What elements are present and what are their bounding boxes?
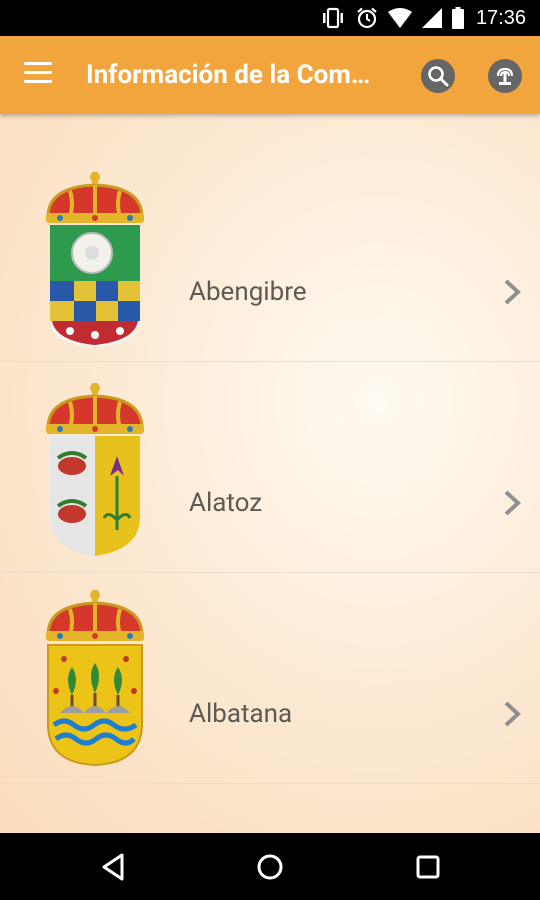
system-navigation-bar — [0, 833, 540, 900]
back-icon[interactable] — [96, 849, 132, 885]
battery-icon — [451, 7, 464, 29]
vibrate-icon — [322, 7, 343, 29]
list-item-abengibre[interactable]: Abengibre — [0, 151, 540, 362]
recents-icon[interactable] — [410, 849, 446, 885]
albatana-coat-of-arms-icon — [46, 590, 144, 767]
search-icon — [428, 66, 449, 87]
search-button[interactable] — [421, 59, 455, 93]
menu-icon-line — [24, 71, 52, 74]
municipality-list: Abengibre Alatoz Albatana — [0, 114, 540, 833]
app-bar: Información de la Com… — [0, 36, 540, 114]
list-item-label: Abengibre — [189, 277, 307, 307]
cell-signal-icon — [421, 8, 442, 28]
list-item-albatana[interactable]: Albatana — [0, 573, 540, 784]
wifi-icon — [387, 8, 412, 28]
list-item-label: Alatoz — [189, 488, 263, 518]
alatoz-coat-of-arms-icon — [46, 383, 144, 556]
menu-icon-line — [24, 62, 52, 65]
menu-icon-line — [24, 80, 52, 83]
list-item-alatoz[interactable]: Alatoz — [0, 362, 540, 573]
fountain-button[interactable] — [488, 59, 522, 93]
fountain-icon — [496, 67, 514, 85]
list-item-label: Albatana — [189, 699, 293, 729]
abengibre-coat-of-arms-icon — [46, 172, 144, 347]
alarm-icon — [357, 7, 377, 29]
status-bar: 17:36 — [0, 0, 540, 36]
chevron-right-icon — [504, 279, 521, 305]
chevron-right-icon — [504, 490, 521, 516]
menu-button[interactable] — [24, 62, 54, 88]
app-title: Información de la Com… — [86, 60, 371, 90]
home-icon[interactable] — [252, 849, 288, 885]
chevron-right-icon — [504, 701, 521, 727]
status-time: 17:36 — [475, 6, 526, 29]
status-icons: 17:36 — [320, 0, 526, 36]
